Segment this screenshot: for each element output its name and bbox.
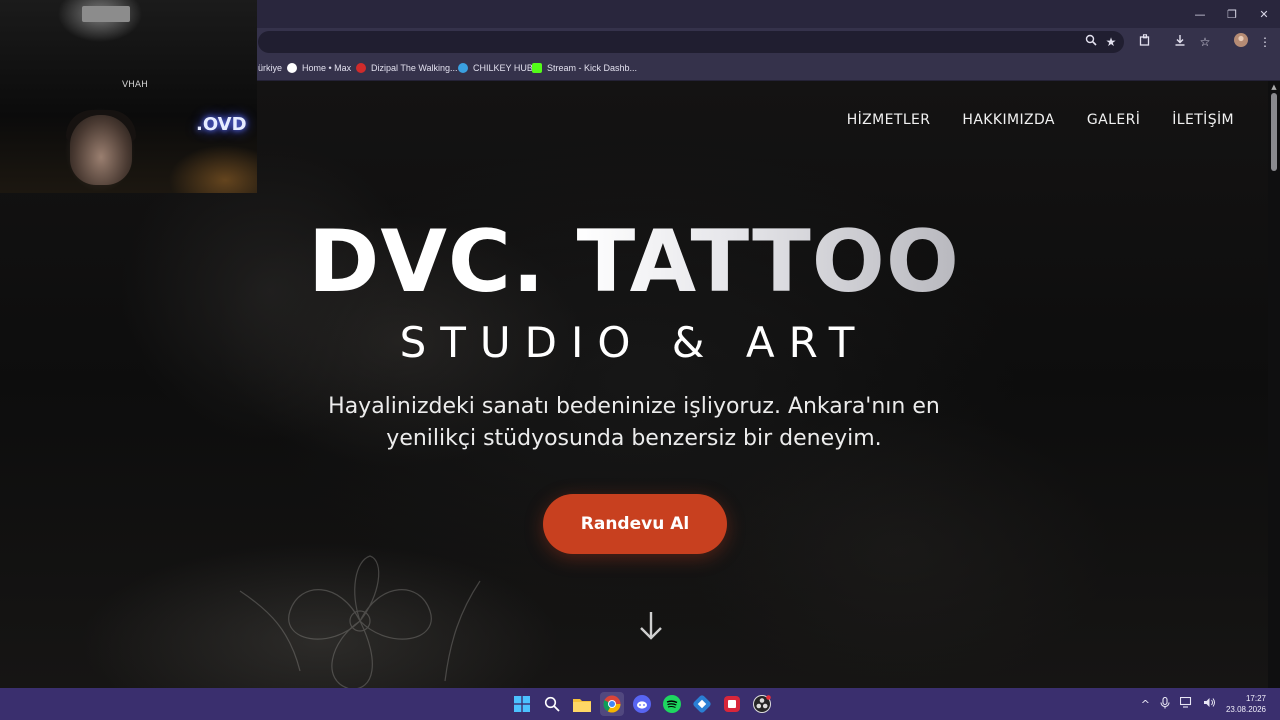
dizipal-icon bbox=[356, 63, 366, 73]
clock-date: 23.08.2026 bbox=[1225, 705, 1266, 714]
main-nav: HİZMETLER HAKKIMIZDA GALERİ İLETİŞİM bbox=[847, 112, 1234, 128]
favorites-icon[interactable]: ☆ bbox=[1196, 33, 1214, 51]
floral-tattoo-graphic bbox=[239, 555, 481, 688]
webcam-sign-text: VHAH bbox=[122, 80, 148, 90]
kick-icon bbox=[532, 63, 542, 73]
vpn-icon[interactable] bbox=[690, 692, 714, 716]
bookmark-item[interactable]: Stream - Kick Dashb... bbox=[532, 61, 637, 75]
extensions-icon[interactable] bbox=[1136, 33, 1154, 51]
search-icon[interactable] bbox=[540, 692, 564, 716]
microphone-icon[interactable] bbox=[1160, 696, 1170, 712]
hero-title-word: TATTOO bbox=[576, 212, 961, 312]
webcam-ceiling-light bbox=[82, 6, 130, 22]
chevron-up-icon[interactable]: ^ bbox=[1141, 698, 1150, 711]
restore-button[interactable]: ❐ bbox=[1216, 0, 1248, 28]
bookmark-item[interactable]: Home • Max bbox=[287, 61, 351, 75]
star-icon[interactable]: ★ bbox=[1102, 33, 1120, 51]
taskbar: ^ 17:27 23.08.2026 bbox=[0, 688, 1280, 720]
chrome-icon[interactable] bbox=[600, 692, 624, 716]
page-scrollbar[interactable]: ▲ bbox=[1268, 81, 1280, 688]
nav-galeri[interactable]: GALERİ bbox=[1087, 112, 1140, 128]
nav-iletisim[interactable]: İLETİŞİM bbox=[1172, 112, 1234, 128]
scroll-up-icon[interactable]: ▲ bbox=[1270, 83, 1278, 91]
file-explorer-icon[interactable] bbox=[570, 692, 594, 716]
hero-title-brand: DVC. bbox=[307, 212, 546, 312]
volume-icon[interactable] bbox=[1203, 697, 1216, 711]
address-bar[interactable] bbox=[258, 31, 1124, 53]
zoom-icon[interactable] bbox=[1082, 33, 1100, 51]
profile-avatar[interactable] bbox=[1232, 33, 1250, 51]
bookmark-item[interactable]: Dizipal The Walking... bbox=[356, 61, 458, 75]
hero-title: DVC. TATTOO bbox=[0, 210, 1268, 314]
webcam-person bbox=[70, 115, 132, 185]
close-button[interactable]: ✕ bbox=[1248, 0, 1280, 28]
system-clock[interactable]: 17:27 23.08.2026 bbox=[1226, 693, 1266, 715]
nav-hizmetler[interactable]: HİZMETLER bbox=[847, 112, 931, 128]
chilkey-icon bbox=[458, 63, 468, 73]
system-tray: ^ 17:27 23.08.2026 bbox=[1141, 692, 1266, 716]
window-controls: — ❐ ✕ bbox=[1184, 0, 1280, 28]
webcam-overlay: VHAH .OVD bbox=[0, 0, 257, 193]
more-icon[interactable]: ⋮ bbox=[1256, 33, 1274, 51]
hero-subtitle: STUDIO & ART bbox=[399, 318, 869, 367]
bookmark-item[interactable]: ürkiye bbox=[258, 61, 282, 75]
discord-icon[interactable] bbox=[630, 692, 654, 716]
appointment-button[interactable]: Randevu Al bbox=[543, 494, 727, 554]
windows-start-icon[interactable] bbox=[510, 692, 534, 716]
taskbar-apps bbox=[510, 692, 774, 716]
obs-icon[interactable] bbox=[750, 692, 774, 716]
minimize-button[interactable]: — bbox=[1184, 0, 1216, 28]
download-icon[interactable] bbox=[1171, 33, 1189, 51]
max-icon bbox=[287, 63, 297, 73]
clock-time: 17:27 bbox=[1245, 694, 1266, 703]
bookmark-item[interactable]: CHILKEY HUB bbox=[458, 61, 533, 75]
network-icon[interactable] bbox=[1179, 696, 1193, 711]
scroll-down-arrow-icon[interactable] bbox=[636, 610, 666, 642]
scrollbar-thumb[interactable] bbox=[1271, 93, 1277, 171]
app-red-icon[interactable] bbox=[720, 692, 744, 716]
hero-description: Hayalinizdeki sanatı bedeninize işliyoru… bbox=[328, 394, 940, 451]
nav-hakkimizda[interactable]: HAKKIMIZDA bbox=[962, 112, 1055, 128]
webcam-neon-sign: .OVD bbox=[196, 114, 247, 135]
spotify-icon[interactable] bbox=[660, 692, 684, 716]
